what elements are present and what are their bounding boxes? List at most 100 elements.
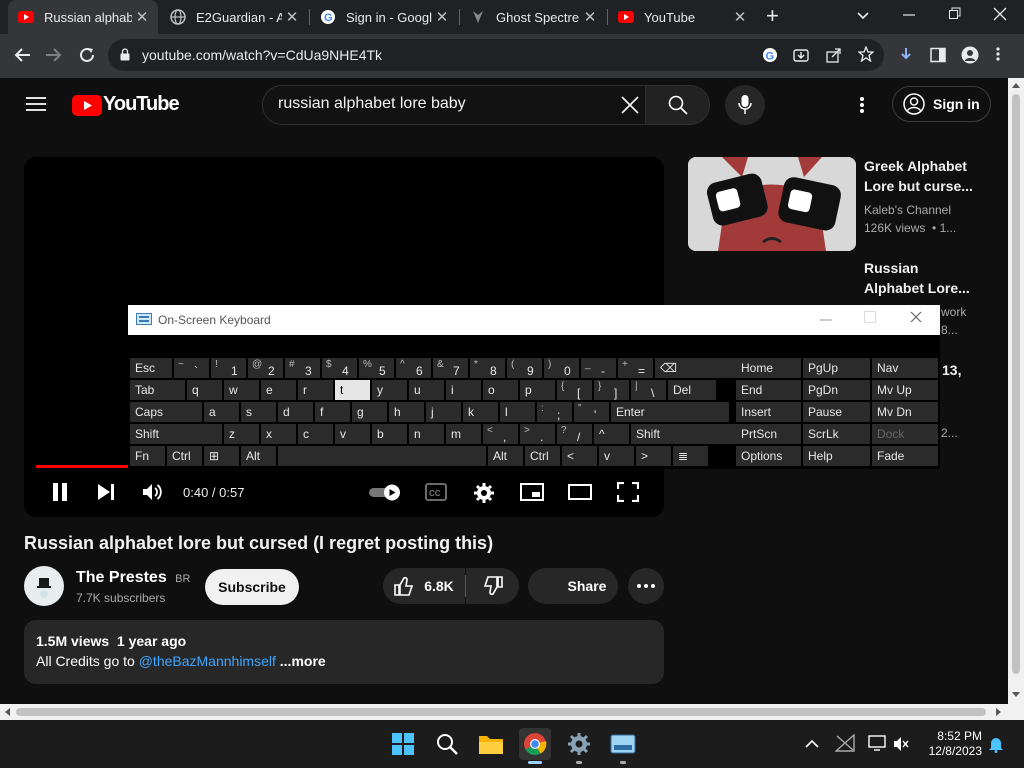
osk-key[interactable]: n (409, 424, 444, 444)
osk-key[interactable]: u (409, 380, 444, 400)
osk-key[interactable]: & 7 (433, 358, 468, 378)
osk-key[interactable]: >. (520, 424, 555, 444)
settings-menu-icon[interactable] (860, 96, 868, 114)
like-button[interactable]: 6.8K (383, 568, 465, 604)
osk-key[interactable]: Ctrl (167, 446, 202, 466)
google-lens-icon[interactable]: G (762, 47, 778, 63)
osk-key[interactable]: ! 1 (211, 358, 246, 378)
osk-key[interactable]: Fn (130, 446, 165, 466)
osk-key[interactable]: l (500, 402, 535, 422)
related-title-2[interactable]: Russian Alphabet Lore... (864, 258, 970, 298)
channel-name[interactable]: The Prestes BR (76, 569, 190, 587)
clear-search-icon[interactable] (620, 95, 640, 115)
osk-key[interactable]: v (335, 424, 370, 444)
osk-nav-key[interactable]: ScrLk (803, 424, 870, 444)
osk-key[interactable]: < (562, 446, 597, 466)
related-thumbnail[interactable] (688, 157, 856, 251)
osk-key[interactable]: > (636, 446, 671, 466)
osk-key[interactable]: ⊞ (204, 446, 239, 466)
osk-key[interactable]: j (426, 402, 461, 422)
osk-nav-key[interactable]: Dock (872, 424, 938, 444)
osk-nav-key[interactable]: PgUp (803, 358, 870, 378)
osk-key[interactable]: Ctrl (525, 446, 560, 466)
osk-nav-key[interactable]: Pause (803, 402, 870, 422)
osk-key[interactable]: z (224, 424, 259, 444)
osk-nav-key[interactable]: Home (736, 358, 801, 378)
miniplayer-icon[interactable] (519, 482, 545, 502)
osk-key[interactable]: _ - (581, 358, 616, 378)
tab-google-signin[interactable]: G Sign in - Googl ✕ (310, 0, 458, 34)
settings-taskbar-icon[interactable] (563, 728, 595, 760)
voice-search-button[interactable] (725, 85, 765, 125)
osk-nav-key[interactable]: Nav (872, 358, 938, 378)
osk-title-bar[interactable]: On-Screen Keyboard (128, 305, 940, 335)
osk-key[interactable]: s (241, 402, 276, 422)
osk-key[interactable]: a (204, 402, 239, 422)
osk-key[interactable]: }] (594, 380, 629, 400)
osk-key[interactable]: c (298, 424, 333, 444)
tab-ghost-spectre[interactable]: Ghost Spectre ✕ (460, 0, 606, 34)
extension-icon[interactable] (898, 46, 914, 64)
osk-key[interactable]: q (187, 380, 222, 400)
taskbar-search-icon[interactable] (431, 728, 463, 760)
install-app-icon[interactable] (793, 47, 809, 63)
tab-close-icon[interactable]: ✕ (132, 8, 152, 26)
osk-key[interactable]: {[ (557, 380, 592, 400)
osk-key[interactable]: % 5 (359, 358, 394, 378)
clock[interactable]: 8:52 PM 12/8/2023 (922, 729, 982, 759)
hamburger-menu-icon[interactable] (26, 96, 46, 112)
restore-window-icon[interactable] (948, 6, 964, 26)
osk-taskbar-icon[interactable] (607, 728, 639, 760)
youtube-logo-text[interactable]: YouTube (103, 93, 180, 116)
osk-key[interactable]: Tab (130, 380, 185, 400)
osk-key[interactable]: ? / (557, 424, 592, 444)
volume-icon[interactable] (141, 480, 165, 504)
vertical-scrollbar[interactable] (1008, 78, 1024, 704)
osk-key[interactable]: ^ 6 (396, 358, 431, 378)
subscribe-button[interactable]: Subscribe (205, 569, 299, 605)
mention-link[interactable]: @theBazMannhimself (139, 653, 276, 669)
osk-key[interactable]: <, (483, 424, 518, 444)
osk-key[interactable]: y (372, 380, 407, 400)
osk-key[interactable]: Alt (488, 446, 523, 466)
related-channel-1[interactable]: Kaleb's Channel (864, 203, 951, 217)
osk-nav-key[interactable]: Options (736, 446, 801, 466)
bookmark-star-icon[interactable] (857, 45, 875, 63)
network-disconnected-icon[interactable] (834, 733, 855, 752)
osk-nav-key[interactable]: Fade (872, 446, 938, 466)
osk-key[interactable]: r (298, 380, 333, 400)
osk-key[interactable]: d (278, 402, 313, 422)
profile-icon[interactable] (961, 46, 979, 64)
osk-nav-key[interactable]: Mv Up (872, 380, 938, 400)
osk-key[interactable]: e (261, 380, 296, 400)
osk-nav-key[interactable]: PrtScn (736, 424, 801, 444)
osk-key[interactable]: ~ ` (174, 358, 209, 378)
settings-gear-icon[interactable] (472, 481, 496, 505)
osk-key[interactable]: g (352, 402, 387, 422)
volume-muted-icon[interactable] (893, 736, 909, 752)
osk-key[interactable]: v (599, 446, 634, 466)
osk-maximize-icon[interactable] (864, 311, 878, 327)
osk-key[interactable] (278, 446, 486, 466)
osk-key[interactable]: (9 (507, 358, 542, 378)
next-video-icon[interactable] (94, 480, 118, 504)
start-windows-icon[interactable] (387, 728, 419, 760)
show-hidden-icons-chevron-icon[interactable] (805, 736, 819, 750)
more-actions-button[interactable] (628, 568, 664, 604)
share-button[interactable]: Share (528, 568, 618, 604)
osk-key[interactable]: x (261, 424, 296, 444)
osk-key[interactable]: Shift (130, 424, 222, 444)
dislike-button[interactable] (466, 568, 519, 604)
osk-key[interactable]: $4 (322, 358, 357, 378)
osk-key[interactable]: :; (537, 402, 572, 422)
tab-close-icon[interactable]: ✕ (432, 8, 452, 26)
osk-key[interactable]: Enter (611, 402, 729, 422)
url-text[interactable]: youtube.com/watch?v=CdUa9NHE4Tk (142, 47, 382, 63)
tab-russian-alphabet[interactable]: Russian alphab ✕ (8, 0, 158, 34)
file-explorer-icon[interactable] (475, 728, 507, 760)
youtube-logo-icon[interactable] (72, 95, 102, 116)
channel-avatar[interactable] (24, 566, 64, 606)
related-title-1[interactable]: Greek Alphabet Lore but curse... (864, 156, 973, 196)
osk-key[interactable]: i (446, 380, 481, 400)
osk-key[interactable]: " ' (574, 402, 609, 422)
